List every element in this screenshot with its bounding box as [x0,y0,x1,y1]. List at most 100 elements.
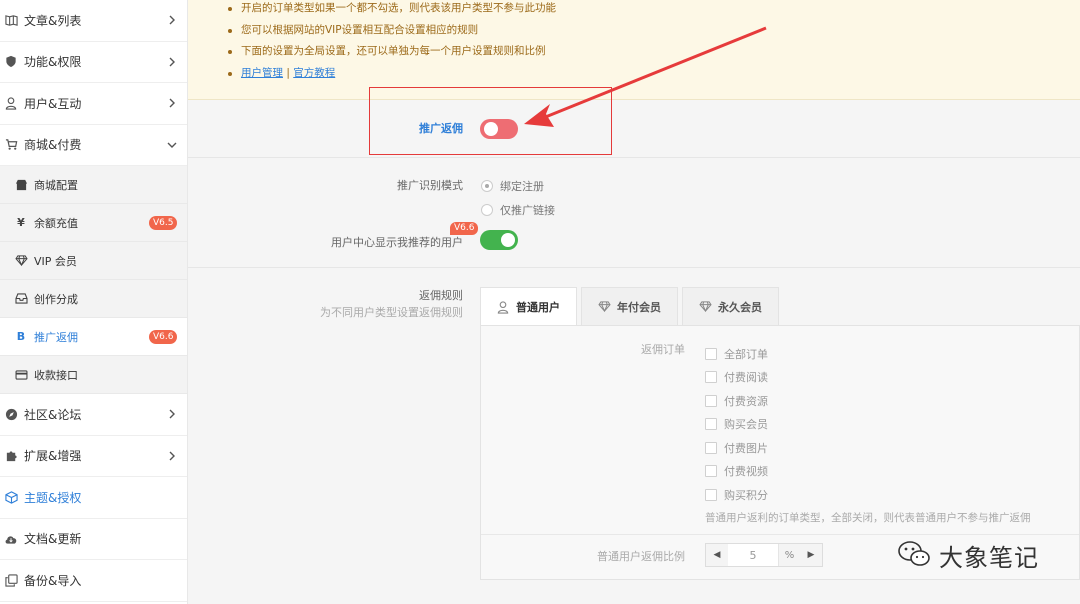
inbox-icon [14,292,28,306]
checkbox-buy-points[interactable]: 购买积分 [705,483,768,507]
version-badge: V6.6 [149,330,178,344]
rules-title: 返佣规则 [419,289,463,302]
checkbox-label: 付费视频 [724,465,768,479]
sidebar-item-extensions[interactable]: 扩展&增强 [0,436,187,477]
sidebar-item-users[interactable]: 用户&互动 [0,83,187,125]
sidebar-item-backup[interactable]: 备份&导入 [0,560,187,602]
radio-bind-register[interactable]: 绑定注册 [481,178,544,194]
sidebar-subitem-label: VIP 会员 [34,254,77,268]
chevron-right-icon [165,449,179,463]
divider [188,267,1080,268]
checkbox-box [705,465,717,478]
sidebar-item-label: 扩展&增强 [24,449,82,464]
mode-label: 推广识别模式 [397,179,463,192]
notice-box: 开启的订单类型如果一个都不勾选，则代表该用户类型不参与此功能 您可以根据网站的V… [188,0,1080,100]
version-badge: V6.5 [149,216,178,230]
sidebar-item-label: 主题&授权 [24,490,82,505]
sidebar-subitem-shop-config[interactable]: 商城配置 [0,166,187,204]
sidebar-subitem-label: 收款接口 [34,368,78,382]
orders-hint: 普通用户返利的订单类型，全部关闭，则代表普通用户不参与推广返佣 [705,512,1031,524]
compass-icon [4,407,18,421]
sidebar-subitem-label: 创作分成 [34,292,78,306]
main-content: 开启的订单类型如果一个都不勾选，则代表该用户类型不参与此功能 您可以根据网站的V… [188,0,1080,604]
shop-icon [14,178,28,192]
ratio-stepper: ◀ 5 % ▶ [705,543,823,567]
checkbox-label: 购买会员 [724,418,768,432]
chevron-right-icon [165,96,179,110]
book-icon [4,13,18,27]
sidebar-subitem-label: 余额充值 [34,216,78,230]
checkbox-label: 购买积分 [724,488,768,502]
toggle-knob [501,233,515,247]
user-management-link[interactable]: 用户管理 [241,67,283,79]
card-icon [14,368,28,382]
radio-label: 仅推广链接 [500,204,555,217]
notice-line: 开启的订单类型如果一个都不勾选，则代表该用户类型不参与此功能 [228,0,1080,20]
checkbox-box [705,394,717,407]
orders-label: 返佣订单 [641,343,685,356]
decrement-button[interactable]: ◀ [706,544,728,566]
cube-icon [4,490,18,504]
tab-annual-member[interactable]: 年付会员 [581,287,678,326]
promo-toggle[interactable] [480,119,518,139]
sidebar-item-permissions[interactable]: 功能&权限 [0,42,187,83]
sidebar-item-label: 社区&论坛 [24,407,82,422]
wechat-icon [897,540,931,571]
yen-icon: ¥ [17,216,25,229]
sidebar-subitem-vip[interactable]: VIP 会员 [0,242,187,280]
sidebar-item-theme[interactable]: 主题&授权 [0,477,187,519]
order-checkbox-list: 全部订单 付费阅读 付费资源 购买会员 付费图片 付费视频 购买积分 [705,342,768,507]
checkbox-paid-reading[interactable]: 付费阅读 [705,366,768,390]
tab-normal-user[interactable]: 普通用户 [480,287,577,326]
sidebar-subitem-recharge[interactable]: ¥ 余额充值 V6.5 [0,204,187,242]
tab-label: 年付会员 [617,301,661,314]
sidebar: 文章&列表 功能&权限 用户&互动 商城&付费 商城配置 ¥ 余额充值 V6.5… [0,0,188,604]
link-separator: | [286,66,290,79]
increment-button[interactable]: ▶ [800,544,822,566]
sidebar-item-docs[interactable]: 文档&更新 [0,519,187,560]
checkbox-paid-image[interactable]: 付费图片 [705,436,768,460]
sidebar-item-shop[interactable]: 商城&付费 [0,125,187,166]
divider [481,534,1079,535]
chevron-down-icon [165,138,179,152]
show-referred-toggle[interactable] [480,230,518,250]
radio-dot [481,180,493,192]
show-referred-label: 用户中心显示我推荐的用户 [331,236,463,249]
sidebar-subitem-label: 商城配置 [34,178,78,192]
radio-label: 绑定注册 [500,180,544,193]
checkbox-buy-membership[interactable]: 购买会员 [705,413,768,437]
notice-links: 用户管理 | 官方教程 [228,63,1080,85]
sidebar-item-label: 文档&更新 [24,532,82,547]
checkbox-paid-resource[interactable]: 付费资源 [705,389,768,413]
checkbox-label: 付费资源 [724,394,768,408]
checkbox-label: 付费图片 [724,441,768,455]
rules-subtitle: 为不同用户类型设置返佣规则 [320,306,463,319]
checkbox-paid-video[interactable]: 付费视频 [705,460,768,484]
diamond-icon [699,300,712,314]
sidebar-subitem-creator-share[interactable]: 创作分成 [0,280,187,318]
sidebar-subitem-promo[interactable]: B 推广返佣 V6.6 [0,318,187,356]
checkbox-label: 全部订单 [724,347,768,361]
diamond-icon [598,300,611,314]
radio-link-only[interactable]: 仅推广链接 [481,202,555,218]
divider [188,157,1080,158]
ratio-label: 普通用户返佣比例 [597,550,685,563]
ratio-input[interactable]: 5 [728,544,778,566]
promo-label: 推广返佣 [419,122,463,135]
watermark: 大象笔记 [897,538,1039,573]
tab-lifetime-member[interactable]: 永久会员 [682,287,779,326]
sidebar-item-articles[interactable]: 文章&列表 [0,0,187,42]
sidebar-item-community[interactable]: 社区&论坛 [0,394,187,436]
copy-icon [4,573,18,587]
watermark-text: 大象笔记 [939,544,1039,572]
sidebar-item-label: 用户&互动 [24,96,82,111]
official-docs-link[interactable]: 官方教程 [293,67,335,79]
checkbox-all-orders[interactable]: 全部订单 [705,342,768,366]
diamond-icon [14,254,28,268]
chevron-right-icon [165,55,179,69]
toggle-knob [484,122,498,136]
checkbox-box [705,371,717,384]
sidebar-subitem-payment[interactable]: 收款接口 [0,356,187,394]
tab-label: 普通用户 [516,301,560,314]
checkbox-label: 付费阅读 [724,371,768,385]
